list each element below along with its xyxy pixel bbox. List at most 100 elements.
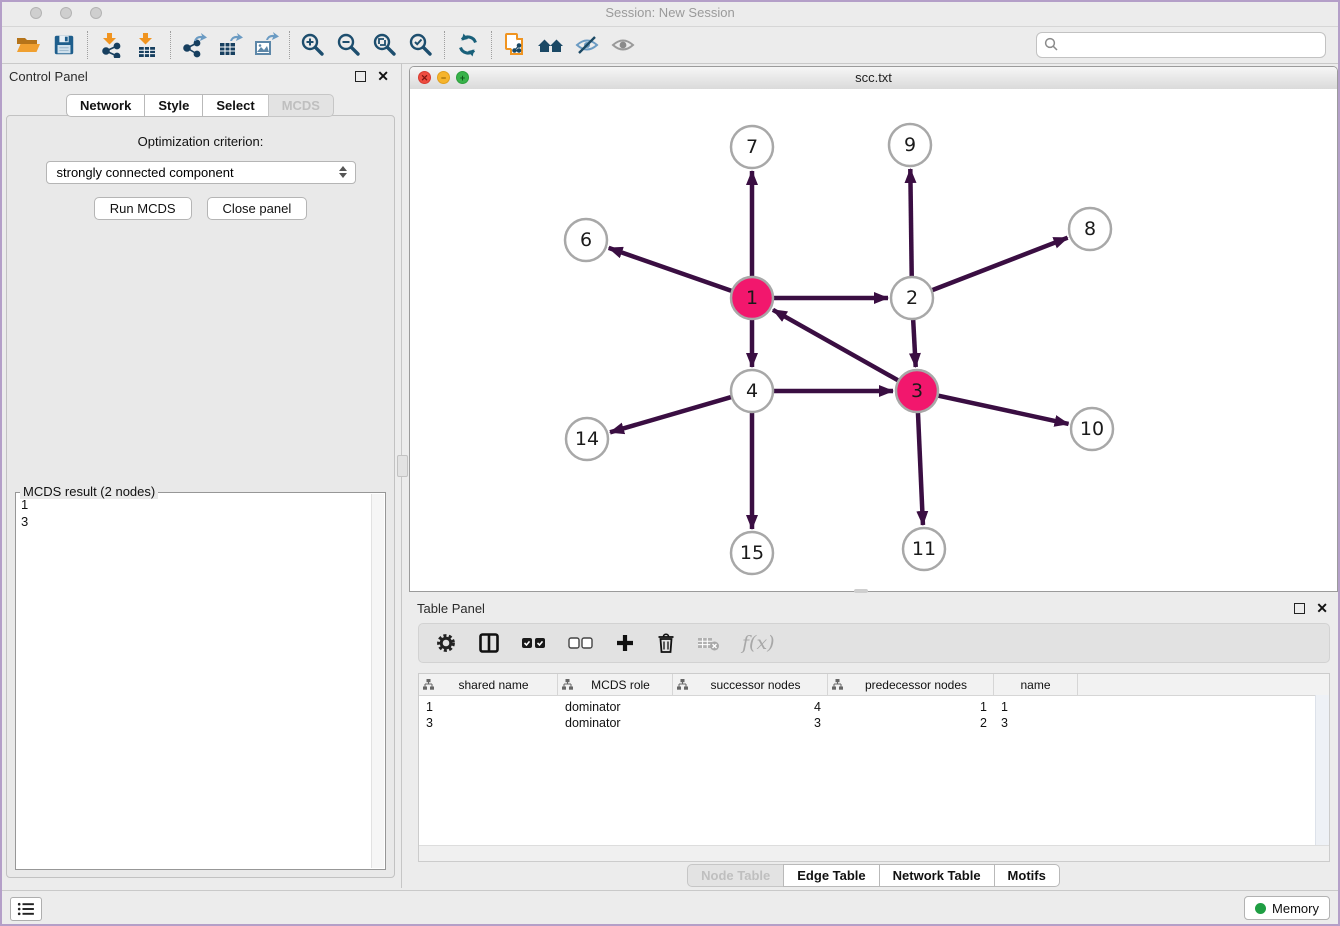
graph-edge-3-11[interactable] [918, 410, 923, 525]
show-all-button[interactable] [605, 30, 641, 60]
control-panel: Control Panel ✕ Network Style Select MCD… [0, 63, 401, 888]
search-box [1036, 32, 1326, 58]
tab-edge-table[interactable]: Edge Table [783, 864, 879, 887]
graph-edge-1-6[interactable] [609, 248, 734, 292]
mcds-panel: Optimization criterion: strongly connect… [6, 115, 395, 878]
table-cell[interactable]: 1 [994, 700, 1078, 714]
tab-style[interactable]: Style [144, 94, 203, 117]
export-network-button[interactable] [176, 30, 212, 60]
graph-edge-2-8[interactable] [930, 238, 1068, 291]
table-toolbar: f(x) [418, 623, 1330, 663]
float-table-panel-icon[interactable] [1294, 603, 1305, 614]
task-history-button[interactable] [10, 897, 42, 921]
add-column-button[interactable] [615, 633, 635, 653]
table-cell[interactable]: dominator [558, 700, 673, 714]
select-all-button[interactable] [521, 636, 547, 650]
tab-mcds[interactable]: MCDS [268, 94, 334, 117]
window-zoom-button[interactable] [90, 7, 102, 19]
network-maximize-button[interactable]: + [456, 71, 469, 84]
table-cell[interactable]: 3 [673, 716, 828, 730]
window-minimize-button[interactable] [60, 7, 72, 19]
export-image-button[interactable] [248, 30, 284, 60]
toolbar-separator [491, 31, 492, 59]
column-header-predecessor-nodes[interactable]: predecessor nodes [828, 674, 994, 695]
column-header-mcds-role[interactable]: MCDS role [558, 674, 673, 695]
close-table-panel-icon[interactable]: ✕ [1316, 602, 1328, 614]
export-table-button[interactable] [212, 30, 248, 60]
tab-node-table[interactable]: Node Table [687, 864, 784, 887]
clone-network-button[interactable] [497, 30, 533, 60]
delete-column-button[interactable] [656, 632, 676, 654]
refresh-layout-button[interactable] [450, 30, 486, 60]
close-panel-icon[interactable]: ✕ [377, 70, 389, 82]
attribute-icon [677, 679, 688, 690]
graph-edge-3-10[interactable] [936, 395, 1069, 424]
app-window: Session: New Session [0, 0, 1340, 926]
table-settings-button[interactable] [435, 632, 457, 654]
attribute-icon [832, 679, 843, 690]
float-panel-icon[interactable] [355, 71, 366, 82]
zoom-out-icon [336, 32, 362, 58]
import-table-button[interactable] [129, 30, 165, 60]
attribute-icon [423, 679, 434, 690]
table-panel-title: Table Panel [417, 601, 485, 616]
function-builder-button[interactable]: f(x) [742, 632, 775, 654]
table-cell[interactable]: 2 [828, 716, 994, 730]
show-column-button[interactable] [478, 632, 500, 654]
search-input[interactable] [1036, 32, 1326, 58]
table-cell[interactable]: 1 [828, 700, 994, 714]
window-close-button[interactable] [30, 7, 42, 19]
zoom-fit-icon [372, 32, 398, 58]
export-table-icon [217, 32, 243, 58]
table-horizontal-scrollbar[interactable] [419, 845, 1329, 861]
table-cell[interactable]: 4 [673, 700, 828, 714]
splitter-grip[interactable] [397, 455, 408, 477]
memory-button[interactable]: Memory [1244, 896, 1330, 920]
column-header-name[interactable]: name [994, 674, 1078, 695]
table-cell[interactable]: 1 [419, 700, 558, 714]
houses-icon [537, 32, 565, 58]
close-panel-button[interactable]: Close panel [207, 197, 308, 220]
open-file-button[interactable] [10, 30, 46, 60]
graph-edge-2-9[interactable] [910, 169, 911, 279]
deselect-all-button[interactable] [568, 636, 594, 650]
column-header-shared-name[interactable]: shared name [419, 674, 558, 695]
horizontal-splitter-grip[interactable] [854, 589, 868, 593]
graph-edge-2-3[interactable] [913, 317, 916, 367]
clone-network-icon [502, 32, 528, 58]
network-window-titlebar[interactable]: ✕ − + scc.txt [410, 67, 1337, 90]
save-session-button[interactable] [46, 30, 82, 60]
table-cell[interactable]: dominator [558, 716, 673, 730]
node-table: shared name MCDS role successor nodes pr… [418, 673, 1330, 862]
table-cell[interactable]: 3 [419, 716, 558, 730]
criterion-select[interactable]: strongly connected component [46, 161, 356, 184]
import-network-button[interactable] [93, 30, 129, 60]
graph-edge-4-14[interactable] [610, 396, 734, 432]
list-icon [17, 902, 35, 916]
run-mcds-button[interactable]: Run MCDS [94, 197, 192, 220]
network-minimize-button[interactable]: − [437, 71, 450, 84]
columns-icon [478, 632, 500, 654]
network-close-button[interactable]: ✕ [418, 71, 431, 84]
network-canvas[interactable]: 7968124314101511 [410, 89, 1337, 591]
table-vertical-scrollbar[interactable] [1315, 695, 1329, 846]
first-neighbors-button[interactable] [533, 30, 569, 60]
control-panel-tabs: Network Style Select MCDS [0, 94, 401, 117]
graph-node-label: 8 [1084, 218, 1096, 240]
mcds-result-text[interactable]: 1 3 [21, 496, 370, 867]
zoom-fit-button[interactable] [367, 30, 403, 60]
table-cell[interactable]: 3 [994, 716, 1078, 730]
tab-network[interactable]: Network [66, 94, 145, 117]
zoom-selected-button[interactable] [403, 30, 439, 60]
result-scrollbar[interactable] [371, 494, 384, 868]
zoom-in-button[interactable] [295, 30, 331, 60]
tab-select[interactable]: Select [202, 94, 268, 117]
tab-motifs[interactable]: Motifs [994, 864, 1060, 887]
hide-selected-button[interactable] [569, 30, 605, 60]
zoom-out-button[interactable] [331, 30, 367, 60]
control-panel-header: Control Panel ✕ [0, 63, 401, 89]
graph-edge-3-1[interactable] [773, 310, 901, 382]
delete-table-button[interactable] [697, 634, 721, 652]
column-header-successor-nodes[interactable]: successor nodes [673, 674, 828, 695]
tab-network-table[interactable]: Network Table [879, 864, 995, 887]
